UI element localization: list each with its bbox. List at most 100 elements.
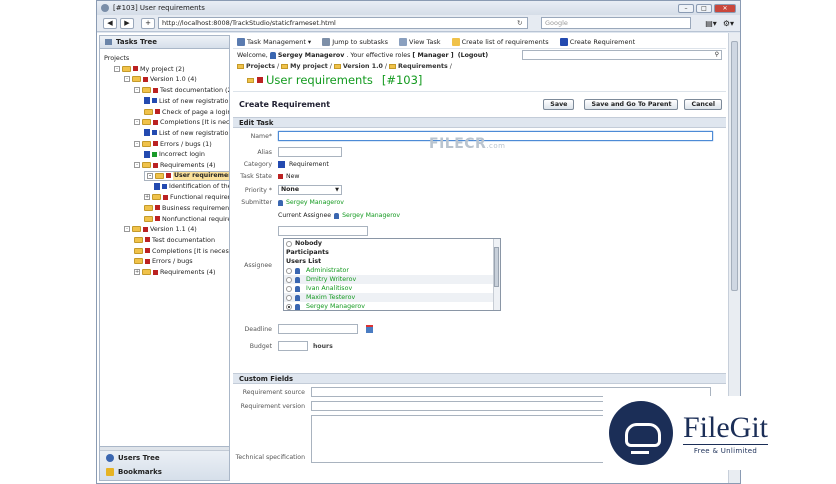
tree-item[interactable]: - Test documentation (2) bbox=[134, 85, 229, 95]
crumb-version[interactable]: Version 1.0 bbox=[343, 63, 383, 70]
status-icon bbox=[153, 269, 158, 275]
folder-icon bbox=[155, 172, 164, 179]
tree-item-label: My project (2) bbox=[140, 64, 185, 73]
tree-item[interactable]: - Version 1.0 (4) bbox=[124, 74, 197, 84]
calendar-icon[interactable] bbox=[366, 325, 373, 333]
sidebar-footer: Users Tree Bookmarks bbox=[100, 446, 229, 480]
save-go-parent-button[interactable]: Save and Go To Parent bbox=[584, 98, 679, 110]
save-button[interactable]: Save bbox=[543, 98, 575, 110]
crumb-my-project[interactable]: My project bbox=[290, 63, 328, 70]
assignee-option[interactable]: Sergey Managerov bbox=[284, 302, 500, 310]
collapse-icon[interactable]: - bbox=[124, 76, 130, 83]
assignee-filter-input[interactable] bbox=[278, 226, 368, 236]
back-button[interactable]: ◀ bbox=[103, 17, 117, 29]
logout-link[interactable]: (Logout) bbox=[458, 52, 488, 59]
collapse-icon[interactable]: - bbox=[124, 226, 130, 233]
address-bar[interactable]: http://localhost:8008/TrackStudio/static… bbox=[158, 17, 528, 29]
welcome-user[interactable]: Sergey Managerov bbox=[278, 52, 345, 59]
alias-field[interactable] bbox=[278, 147, 342, 157]
tree-item[interactable]: List of new registrations bbox=[144, 96, 229, 106]
submitter-value: Sergey Managerov bbox=[286, 199, 344, 206]
crumb-requirements[interactable]: Requirements bbox=[398, 63, 448, 70]
tree-item[interactable]: + Requirements (4) bbox=[134, 267, 216, 277]
budget-field[interactable] bbox=[278, 341, 308, 351]
collapse-icon[interactable]: - bbox=[114, 65, 120, 72]
assignee-option[interactable]: Ivan Analitisov bbox=[284, 284, 500, 293]
tasks-tree-header[interactable]: Tasks Tree bbox=[100, 36, 229, 49]
custom-fields-section: Custom Fields bbox=[233, 373, 726, 384]
tree-item[interactable]: Nonfunctional requirements bbox=[144, 214, 229, 224]
tree-item[interactable]: - User requirements (1) bbox=[144, 170, 229, 181]
folder-icon bbox=[132, 76, 141, 83]
user-icon bbox=[295, 294, 300, 301]
assignee-option-nobody[interactable]: Nobody bbox=[284, 239, 500, 248]
add-tab-button[interactable]: + bbox=[141, 17, 155, 29]
bug-icon bbox=[144, 150, 150, 158]
tree-item[interactable]: + Functional requirements bbox=[144, 192, 229, 202]
tree-item[interactable]: Projects bbox=[104, 53, 129, 63]
create-requirement-button[interactable]: Create Requirement bbox=[559, 37, 635, 46]
cancel-button[interactable]: Cancel bbox=[684, 98, 722, 110]
collapse-icon[interactable]: - bbox=[147, 172, 153, 179]
close-button[interactable]: ✕ bbox=[714, 3, 736, 13]
folder-icon bbox=[142, 162, 151, 168]
browser-icon bbox=[101, 4, 109, 12]
folder-icon bbox=[144, 204, 153, 211]
url-text: http://localhost:8008/TrackStudio/static… bbox=[162, 19, 336, 27]
maximize-button[interactable]: □ bbox=[696, 3, 712, 13]
users-tree-tab[interactable]: Users Tree bbox=[100, 451, 229, 465]
create-list-button[interactable]: Create list of requirements bbox=[451, 37, 549, 46]
status-icon bbox=[143, 76, 148, 82]
requirement-icon bbox=[559, 37, 568, 46]
folder-icon bbox=[134, 236, 143, 243]
tree-item[interactable]: Completions [It is necessary] bbox=[134, 246, 229, 256]
reload-icon[interactable]: ↻ bbox=[517, 18, 527, 28]
folder-icon bbox=[333, 64, 341, 69]
tree-item[interactable]: - Completions [It is necessary] bbox=[134, 117, 229, 127]
star-icon bbox=[106, 468, 114, 476]
tree-item[interactable]: - Errors / bugs (1) bbox=[134, 139, 212, 149]
tree-item[interactable]: Check of page a login bbox=[144, 107, 229, 117]
nav-bar: ◀ ▶ + http://localhost:8008/TrackStudio/… bbox=[97, 15, 740, 32]
expand-icon[interactable]: + bbox=[144, 194, 150, 201]
collapse-icon[interactable]: - bbox=[134, 140, 140, 147]
listbox-scrollbar[interactable] bbox=[493, 239, 500, 310]
assignee-option[interactable]: Administrator bbox=[284, 266, 500, 275]
tree-item[interactable]: Business requirement bbox=[144, 203, 229, 213]
assignee-option[interactable]: Maxim Testerov bbox=[284, 293, 500, 302]
gear-icon[interactable]: ⚙▾ bbox=[723, 19, 734, 28]
tree-item[interactable]: Test documentation bbox=[134, 235, 215, 245]
task-management-menu[interactable]: Task Management ▾ bbox=[237, 37, 311, 46]
jump-subtasks-button[interactable]: Jump to subtasks bbox=[322, 37, 388, 46]
deadline-field[interactable] bbox=[278, 324, 358, 334]
collapse-icon[interactable]: - bbox=[134, 87, 140, 94]
tree-item[interactable]: Identification of the user bbox=[154, 181, 229, 191]
expand-icon[interactable]: + bbox=[134, 269, 140, 275]
tree-item[interactable]: - My project (2) bbox=[114, 64, 185, 74]
minimize-button[interactable]: – bbox=[678, 3, 694, 13]
search-icon[interactable]: ⚲ bbox=[715, 51, 719, 58]
bookmarks-tab[interactable]: Bookmarks bbox=[100, 465, 229, 479]
folder-icon bbox=[237, 64, 244, 69]
collapse-icon[interactable]: - bbox=[134, 162, 140, 168]
tree-item[interactable]: - Version 1.1 (4) bbox=[124, 224, 197, 234]
status-icon bbox=[145, 237, 150, 243]
page-menu-icon[interactable]: ▤▾ bbox=[705, 19, 717, 28]
priority-select[interactable]: None ▼ bbox=[278, 185, 342, 195]
assignee-listbox[interactable]: Nobody Participants Users List Administr… bbox=[283, 238, 501, 311]
tree-item[interactable]: Errors / bugs bbox=[134, 256, 193, 266]
tree-item[interactable]: List of new registrations bbox=[144, 128, 229, 138]
assignee-option[interactable]: Dmitry Writerov bbox=[284, 275, 500, 284]
user-icon bbox=[295, 285, 300, 292]
tree-item-label: Requirements (4) bbox=[160, 161, 216, 169]
tree-item[interactable]: - Requirements (4) bbox=[134, 160, 216, 170]
quick-search-input[interactable]: ⚲ bbox=[522, 50, 722, 60]
forward-button[interactable]: ▶ bbox=[120, 17, 134, 29]
search-input[interactable]: Google bbox=[541, 17, 691, 29]
user-icon bbox=[269, 51, 276, 59]
assignee-group-participants: Participants bbox=[286, 249, 329, 256]
collapse-icon[interactable]: - bbox=[134, 119, 140, 126]
crumb-projects[interactable]: Projects bbox=[246, 63, 275, 70]
view-task-button[interactable]: View Task bbox=[399, 37, 441, 46]
tree-item[interactable]: Incorrect login bbox=[144, 149, 205, 159]
